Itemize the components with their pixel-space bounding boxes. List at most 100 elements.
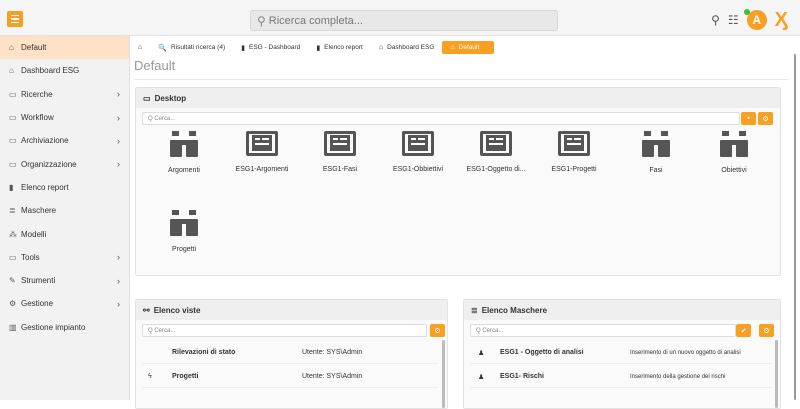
desktop-panel: ▭ Desktop Q Cerca... ▪ ⚙ Argomenti ESG1-A… bbox=[135, 87, 781, 276]
main-scrollbar[interactable] bbox=[794, 54, 796, 400]
chevron-right-icon: › bbox=[117, 112, 120, 123]
sidebar-item-modelli[interactable]: ⁂ Modelli bbox=[0, 222, 129, 245]
sidebar-item-ricerche[interactable]: ▭ Ricerche › bbox=[0, 83, 129, 106]
folder-icon: ▭ bbox=[9, 252, 17, 262]
desktop-tile-label: ESG1-Argomenti bbox=[235, 166, 289, 173]
sidebar-item-label: Gestione bbox=[21, 299, 54, 309]
sidebar-item-default[interactable]: ⌂ Default bbox=[0, 36, 129, 60]
desktop-tile-obiettivi[interactable]: Obiettivi bbox=[694, 131, 774, 174]
desktop-tile-esg1-progetti[interactable]: ESG1-Progetti bbox=[534, 131, 614, 173]
sidebar-item-strumenti[interactable]: ✎ Strumenti › bbox=[0, 269, 129, 292]
desktop-tile-esg1-fasi[interactable]: ESG1-Fasi bbox=[300, 131, 380, 173]
maschere-panel: ≣ Elenco Maschere Q Cerca... ✔ ⚙ ♟ ESG1 -… bbox=[463, 299, 781, 409]
tab-label: Elenco report bbox=[324, 44, 363, 51]
desktop-panel-header: ▭ Desktop bbox=[136, 88, 780, 108]
binoculars-icon bbox=[169, 210, 199, 236]
sidebar-item-gestione-impianto[interactable]: ▥ Gestione impianto bbox=[0, 316, 129, 339]
sidebar-item-label: Ricerche bbox=[21, 89, 53, 99]
binoculars-icon bbox=[641, 131, 671, 157]
home-icon: ⌂ bbox=[138, 44, 143, 51]
chevron-right-icon: › bbox=[117, 298, 120, 309]
desktop-tile-esg1-argomenti[interactable]: ESG1-Argomenti bbox=[222, 131, 302, 173]
tab-dashboard-esg[interactable]: ⌂ Dashboard ESG bbox=[371, 41, 443, 54]
list-icon: ≣ bbox=[471, 305, 478, 315]
sidebar: ⌂ Default ⌂ Dashboard ESG ▭ Ricerche › ▭ Workflo… bbox=[0, 36, 130, 400]
desktop-save-button[interactable]: ▪ bbox=[741, 112, 756, 125]
desktop-search-input[interactable]: Q Cerca... bbox=[142, 112, 740, 125]
sidebar-item-dashboard-esg[interactable]: ⌂ Dashboard ESG bbox=[0, 59, 129, 82]
tab-home[interactable]: ⌂ bbox=[130, 41, 150, 54]
avatar-letter: A bbox=[752, 13, 761, 27]
newspaper-icon bbox=[324, 131, 356, 156]
sidebar-item-maschere[interactable]: ≣ Maschere bbox=[0, 199, 129, 222]
viste-panel-header: ⚯ Elenco viste bbox=[136, 300, 447, 320]
sidebar-item-label: Strumenti bbox=[21, 276, 56, 286]
maschera-desc: Inserimento della gestione dei rischi bbox=[630, 373, 726, 380]
user-icon: ♟ bbox=[478, 373, 485, 381]
file-icon: ▮ bbox=[316, 44, 321, 52]
tab-esg-dashboard[interactable]: ▮ ESG - Dashboard bbox=[233, 41, 308, 54]
vista-name: Progetti bbox=[172, 373, 199, 380]
desktop-search-placeholder: Q Cerca... bbox=[148, 115, 176, 122]
tab-risultati-ricerca-4-[interactable]: 🔍 Risultati ricerca (4) bbox=[150, 41, 233, 54]
sidebar-item-archiviazione[interactable]: ▭ Archiviazione › bbox=[0, 129, 129, 152]
tab-elenco-report[interactable]: ▮ Elenco report bbox=[308, 41, 371, 54]
title-divider bbox=[134, 79, 788, 80]
global-search-input[interactable]: ⚲ Ricerca completa... bbox=[250, 10, 558, 31]
chat-icon[interactable]: ☷ bbox=[728, 13, 739, 27]
sidebar-item-label: Gestione impianto bbox=[21, 322, 86, 332]
newspaper-icon bbox=[246, 131, 278, 156]
palm-tree-icon[interactable]: ⚲ bbox=[711, 13, 720, 27]
maschera-name: ESG1- Rischi bbox=[500, 373, 544, 380]
tab-bar: ⌂ 🔍 Risultati ricerca (4) ▮ ESG - Dashboard ▮… bbox=[130, 41, 495, 54]
tab-default[interactable]: ⌂ Default bbox=[442, 41, 495, 54]
top-icons: ⚲ ☷ A Ӽ bbox=[711, 9, 788, 31]
viste-settings-button[interactable]: ⚙ bbox=[430, 324, 445, 337]
global-search-placeholder: Ricerca completa... bbox=[268, 14, 363, 27]
sidebar-item-workflow[interactable]: ▭ Workflow › bbox=[0, 106, 129, 129]
chevron-right-icon: › bbox=[117, 135, 120, 146]
maschere-check-button[interactable]: ✔ bbox=[736, 324, 751, 337]
table-row[interactable]: Rilevazioni di stato Utente: SYS\Admin bbox=[142, 342, 438, 364]
maschere-search-input[interactable]: Q Cerca... bbox=[470, 324, 736, 337]
desktop-tile-label: Obiettivi bbox=[721, 167, 747, 174]
sitemap-icon: ⁂ bbox=[9, 229, 17, 239]
sidebar-item-elenco-report[interactable]: ▮ Elenco report bbox=[0, 176, 129, 199]
sidebar-item-label: Modelli bbox=[21, 229, 47, 239]
sidebar-item-label: Workflow bbox=[21, 113, 54, 123]
table-row[interactable]: ♟ ESG1 - Oggetto di analisi Inserimento di… bbox=[470, 342, 772, 364]
maschere-scrollbar[interactable] bbox=[775, 340, 778, 408]
desktop-tile-esg1-oggetto-di-[interactable]: ESG1-Oggetto di... bbox=[456, 131, 536, 173]
desktop-tile-esg1-obbiettivi[interactable]: ESG1-Obbiettivi bbox=[378, 131, 458, 173]
sidebar-item-organizzazione[interactable]: ▭ Organizzazione › bbox=[0, 152, 129, 175]
table-row[interactable]: ♟ ESG1- Rischi Inserimento della gestione … bbox=[470, 366, 772, 388]
desktop-settings-button[interactable]: ⚙ bbox=[758, 112, 773, 125]
viste-search-input[interactable]: Q Cerca... bbox=[142, 324, 427, 337]
sidebar-item-gestione[interactable]: ⚙ Gestione › bbox=[0, 292, 129, 315]
search-icon: 🔍 bbox=[158, 44, 167, 52]
table-row[interactable]: ϟ Progetti Utente: SYS\Admin bbox=[142, 366, 438, 388]
avatar[interactable]: A bbox=[743, 9, 767, 30]
binoculars-icon bbox=[169, 131, 199, 157]
sidebar-item-label: Maschere bbox=[21, 206, 57, 216]
maschere-settings-button[interactable]: ⚙ bbox=[759, 324, 774, 337]
sidebar-item-tools[interactable]: ▭ Tools › bbox=[0, 246, 129, 269]
newspaper-icon bbox=[480, 131, 512, 156]
chevron-right-icon: › bbox=[117, 252, 120, 263]
vista-user: Utente: SYS\Admin bbox=[302, 373, 363, 380]
search-icon: ⚲ bbox=[257, 13, 266, 28]
desktop-tile-progetti[interactable]: Progetti bbox=[144, 210, 224, 253]
viste-scrollbar[interactable] bbox=[442, 340, 445, 408]
monitor-icon: ▭ bbox=[143, 93, 151, 103]
menu-icon[interactable] bbox=[7, 11, 23, 27]
maschera-name: ESG1 - Oggetto di analisi bbox=[500, 349, 584, 356]
online-status-icon bbox=[743, 9, 750, 15]
bolt-icon: ϟ bbox=[148, 373, 152, 380]
desktop-tile-fasi[interactable]: Fasi bbox=[616, 131, 696, 174]
user-icon: ♟ bbox=[478, 349, 485, 357]
viste-search-placeholder: Q Cerca... bbox=[148, 327, 176, 334]
list-icon: ≣ bbox=[9, 206, 16, 216]
maschere-panel-header: ≣ Elenco Maschere bbox=[464, 300, 780, 320]
desktop-tile-argomenti[interactable]: Argomenti bbox=[144, 131, 224, 174]
newspaper-icon bbox=[558, 131, 590, 156]
